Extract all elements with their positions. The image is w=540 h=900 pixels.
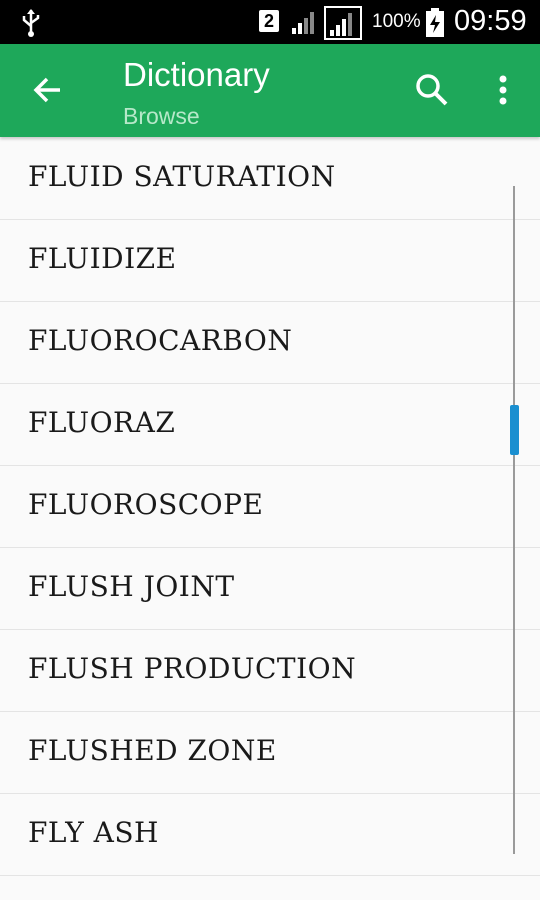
word-label: FLUID SATURATION bbox=[28, 160, 336, 193]
battery-percent: 100% bbox=[372, 11, 421, 32]
word-label: FLUSHED ZONE bbox=[28, 734, 277, 767]
scrollbar-track[interactable] bbox=[513, 186, 515, 854]
list-item[interactable]: FLUSH JOINT bbox=[0, 548, 540, 630]
list-item[interactable]: FLUSH PRODUCTION bbox=[0, 630, 540, 712]
word-label: FLUORAZ bbox=[28, 406, 176, 439]
word-label: FLUIDIZE bbox=[28, 242, 177, 275]
back-button[interactable] bbox=[28, 70, 68, 110]
sim-slot-badge: 2 bbox=[259, 10, 279, 32]
list-item[interactable]: FLY ASH bbox=[0, 794, 540, 876]
word-label: FLUOROSCOPE bbox=[28, 488, 264, 521]
list-item[interactable]: FLUOROCARBON bbox=[0, 302, 540, 384]
word-label: FLY ASH bbox=[28, 816, 159, 849]
usb-icon bbox=[22, 9, 40, 37]
word-label: FLUSH JOINT bbox=[28, 570, 235, 603]
more-vert-icon bbox=[499, 75, 507, 105]
app-bar: Dictionary Browse bbox=[0, 44, 540, 137]
arrow-back-icon bbox=[33, 77, 60, 103]
search-button[interactable] bbox=[412, 70, 452, 110]
list-item[interactable]: FLUOROSCOPE bbox=[0, 466, 540, 548]
signal-strength-icon bbox=[324, 6, 362, 40]
search-icon bbox=[416, 74, 448, 106]
scrollbar-thumb[interactable] bbox=[510, 405, 519, 455]
page-title: Dictionary bbox=[123, 56, 270, 93]
word-list: FLUID SATURATION FLUIDIZE FLUOROCARBON F… bbox=[0, 138, 540, 876]
battery-charging-icon bbox=[426, 8, 444, 37]
page-subtitle: Browse bbox=[123, 103, 200, 129]
list-item[interactable]: FLUSHED ZONE bbox=[0, 712, 540, 794]
list-item[interactable]: FLUIDIZE bbox=[0, 220, 540, 302]
clock: 09:59 bbox=[454, 5, 527, 37]
signal-strength-icon bbox=[292, 12, 314, 34]
list-item[interactable]: FLUORAZ bbox=[0, 384, 540, 466]
more-options-button[interactable] bbox=[488, 70, 518, 110]
word-label: FLUOROCARBON bbox=[28, 324, 293, 357]
status-bar: 2 100% 09:59 bbox=[0, 0, 540, 44]
list-item[interactable]: FLUID SATURATION bbox=[0, 138, 540, 220]
word-label: FLUSH PRODUCTION bbox=[28, 652, 357, 685]
